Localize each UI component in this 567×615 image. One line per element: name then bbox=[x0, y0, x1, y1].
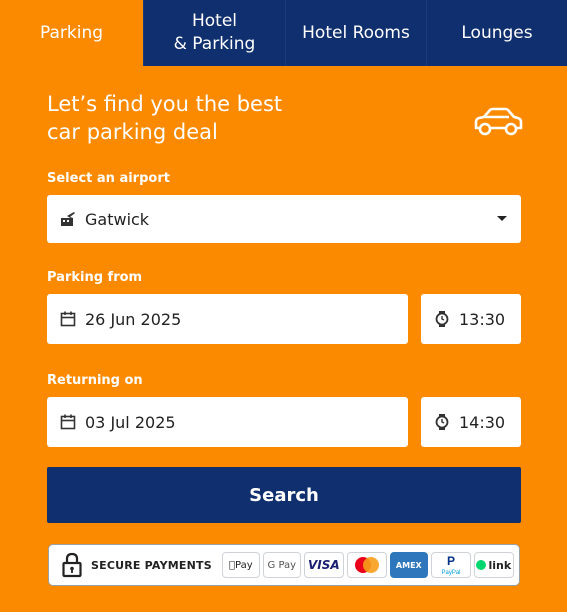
tab-hotel-rooms[interactable]: Hotel Rooms bbox=[285, 0, 426, 66]
secure-payments-label: SECURE PAYMENTS bbox=[91, 558, 212, 572]
watch-icon bbox=[433, 310, 451, 328]
lock-icon bbox=[62, 552, 82, 578]
returning-on-date: 03 Jul 2025 bbox=[85, 412, 176, 432]
tab-parking[interactable]: Parking bbox=[0, 0, 143, 66]
parking-from-time: 13:30 bbox=[459, 309, 506, 329]
airport-select[interactable]: Gatwick bbox=[47, 195, 521, 243]
visa-logo: VISA bbox=[303, 552, 344, 578]
apple-pay-text: Pay bbox=[232, 559, 253, 571]
chevron-down-icon bbox=[497, 216, 507, 221]
headline-line-2: car parking deal bbox=[47, 120, 218, 144]
tab-lounges[interactable]: Lounges bbox=[426, 0, 567, 66]
parking-from-time-field[interactable]: 13:30 bbox=[421, 294, 521, 344]
tab-hotel-parking[interactable]: Hotel & Parking bbox=[143, 0, 285, 66]
calendar-icon bbox=[59, 310, 77, 328]
svg-text:P: P bbox=[447, 554, 455, 568]
paypal-logo: P PayPal bbox=[430, 552, 471, 578]
airport-value: Gatwick bbox=[85, 209, 150, 229]
apple-pay-logo: Pay bbox=[221, 552, 260, 578]
google-pay-logo: G Pay bbox=[262, 552, 301, 578]
airport-label: Select an airport bbox=[47, 171, 170, 186]
paypal-text: PayPal bbox=[441, 570, 460, 576]
returning-on-time-field[interactable]: 14:30 bbox=[421, 397, 521, 447]
link-text: link bbox=[488, 558, 512, 572]
calendar-icon bbox=[59, 413, 77, 431]
returning-on-date-field[interactable]: 03 Jul 2025 bbox=[47, 397, 408, 447]
link-logo: link bbox=[473, 552, 514, 578]
secure-payments-bar: SECURE PAYMENTS Pay G Pay VISA AMEX P P… bbox=[48, 544, 520, 586]
parking-from-date: 26 Jun 2025 bbox=[85, 309, 182, 329]
plane-building-icon bbox=[59, 210, 77, 228]
link-dot-icon bbox=[476, 560, 487, 570]
returning-on-time: 14:30 bbox=[459, 412, 506, 432]
amex-logo: AMEX bbox=[389, 552, 428, 578]
product-tabs: Parking Hotel & Parking Hotel Rooms Loun… bbox=[0, 0, 567, 66]
search-button[interactable]: Search bbox=[47, 467, 521, 523]
headline-line-1: Let’s find you the best bbox=[47, 92, 283, 116]
returning-on-label: Returning on bbox=[47, 373, 143, 388]
car-icon bbox=[474, 107, 523, 136]
parking-from-label: Parking from bbox=[47, 270, 143, 285]
headline: Let’s find you the best car parking deal bbox=[47, 90, 447, 146]
parking-from-date-field[interactable]: 26 Jun 2025 bbox=[47, 294, 408, 344]
mastercard-logo bbox=[346, 552, 387, 578]
watch-icon bbox=[433, 413, 451, 431]
parking-search-widget: Parking Hotel & Parking Hotel Rooms Loun… bbox=[0, 0, 567, 612]
